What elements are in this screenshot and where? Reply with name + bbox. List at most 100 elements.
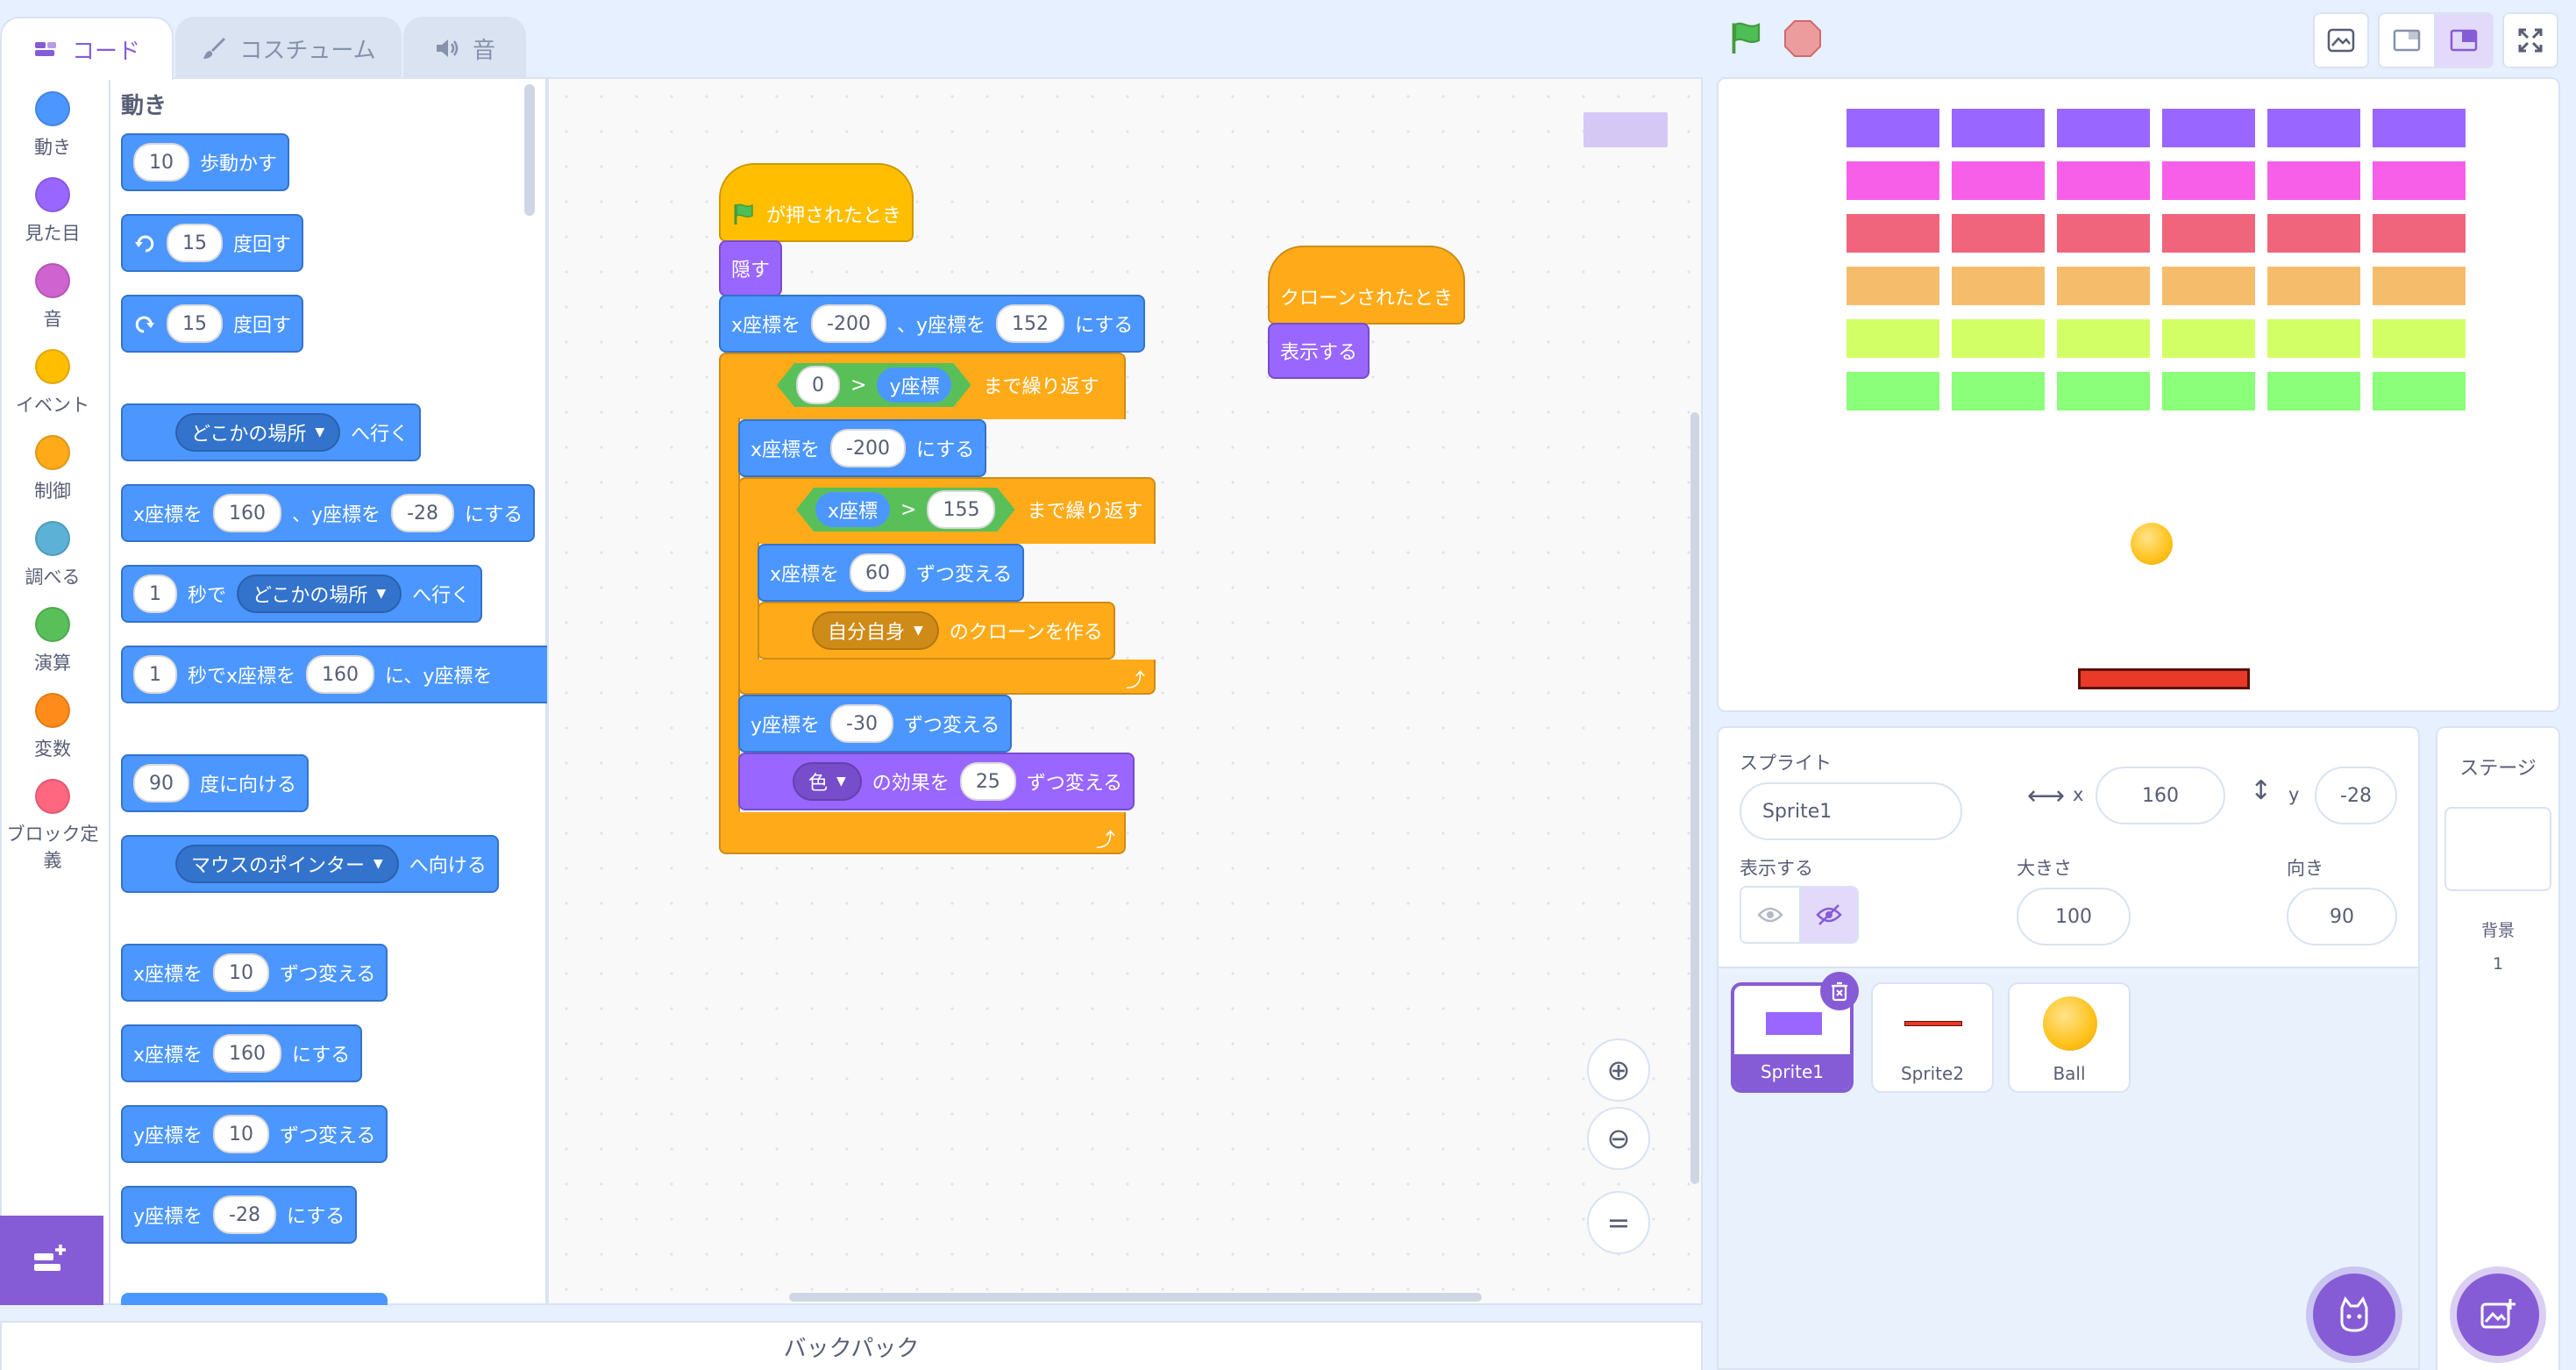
glide-block[interactable]: 1 秒で どこかの場所 ▼ へ行く bbox=[121, 565, 483, 623]
goto-dropdown[interactable]: どこかの場所 ▼ bbox=[175, 413, 341, 452]
y-position-reporter[interactable]: y座標 bbox=[877, 367, 951, 403]
sprite-name-input[interactable]: Sprite1 bbox=[1740, 782, 1962, 840]
goto-y-input[interactable]: 152 bbox=[996, 304, 1064, 343]
when-flag-clicked-hat[interactable]: が押されたとき bbox=[719, 163, 914, 242]
chevron-down-icon: ▼ bbox=[374, 857, 383, 871]
chevron-down-icon: ▼ bbox=[376, 587, 387, 601]
direction-input[interactable]: 90 bbox=[133, 764, 189, 803]
change-x-block[interactable]: x座標を 10 ずつ変える bbox=[121, 944, 388, 1002]
category-6[interactable]: 演算 bbox=[0, 607, 105, 675]
goto-x-input[interactable]: -200 bbox=[811, 304, 886, 343]
category-4[interactable]: 制御 bbox=[0, 435, 105, 503]
turn-right-block[interactable]: 15 度回す bbox=[121, 214, 304, 272]
x-position-reporter[interactable]: x座標 bbox=[815, 492, 890, 527]
greater-than-outer[interactable]: 0 > y座標 bbox=[777, 363, 971, 407]
turn-right-input[interactable]: 15 bbox=[167, 224, 223, 262]
set-x-script-block[interactable]: x座標を -200 にする bbox=[738, 419, 987, 477]
show-block[interactable]: 表示する bbox=[1268, 323, 1370, 379]
category-3[interactable]: イベント bbox=[0, 349, 105, 417]
change-y-input[interactable]: 10 bbox=[213, 1115, 270, 1153]
rotate-right-icon bbox=[133, 232, 156, 254]
x-input[interactable]: 160 bbox=[2096, 767, 2225, 824]
small-stage-button[interactable] bbox=[2380, 14, 2436, 67]
goto-x-input[interactable]: 160 bbox=[213, 494, 282, 532]
glide-xy-x-input[interactable]: 160 bbox=[306, 655, 375, 694]
greater-than-inner[interactable]: x座標 > 155 bbox=[796, 488, 1014, 532]
goto-xy-script-block[interactable]: x座標を -200 、y座標を 152 にする bbox=[719, 295, 1146, 353]
set-y-input[interactable]: -28 bbox=[213, 1195, 276, 1234]
point-direction-block[interactable]: 90 度に向ける bbox=[121, 754, 310, 812]
sprite-thumb-ball[interactable]: Ball bbox=[2008, 982, 2131, 1093]
zoom-out-button[interactable]: ⊖ bbox=[1587, 1107, 1650, 1170]
change-effect-block[interactable]: 色 ▼ の効果を 25 ずつ変える bbox=[738, 753, 1135, 810]
direction-input[interactable]: 90 bbox=[2287, 888, 2397, 945]
zoom-reset-button[interactable]: = bbox=[1587, 1191, 1650, 1254]
set-y-block[interactable]: y座標を -28 にする bbox=[121, 1186, 358, 1244]
change-y-input[interactable]: -30 bbox=[830, 704, 893, 743]
move-steps-input[interactable]: 10 bbox=[133, 143, 189, 182]
effect-amount-input[interactable]: 25 bbox=[959, 762, 1016, 801]
turn-left-block[interactable]: 15 度回す bbox=[121, 295, 304, 353]
stop-button[interactable] bbox=[1783, 19, 1822, 61]
normal-stage-button[interactable] bbox=[2436, 14, 2492, 67]
set-x-block[interactable]: x座標を 160 にする bbox=[121, 1024, 363, 1082]
delete-sprite-button[interactable] bbox=[1820, 972, 1859, 1010]
goto-xy-block[interactable]: x座標を 160 、y座標を -28 にする bbox=[121, 484, 536, 542]
goto-block[interactable]: どこかの場所 ▼ へ行く bbox=[121, 403, 422, 461]
change-y-block[interactable]: y座標を 10 ずつ変える bbox=[121, 1105, 388, 1163]
move-steps-block[interactable]: 10 歩動かす bbox=[121, 133, 290, 191]
stage-thumbnail[interactable] bbox=[2444, 807, 2551, 891]
code-icon bbox=[33, 39, 60, 60]
fullscreen-button[interactable] bbox=[2502, 12, 2558, 68]
tab-sounds[interactable]: 音 bbox=[403, 17, 526, 78]
set-x-input[interactable]: 160 bbox=[213, 1034, 282, 1073]
backpack-bar[interactable]: バックパック bbox=[0, 1321, 1703, 1370]
y-input[interactable]: -28 bbox=[2315, 767, 2397, 824]
hide-block[interactable]: 隠す bbox=[719, 240, 783, 296]
effect-dropdown[interactable]: 色 ▼ bbox=[793, 762, 862, 801]
point-towards-dropdown[interactable]: マウスのポインター ▼ bbox=[175, 845, 399, 883]
create-clone-block[interactable]: 自分自身 ▼ のクローンを作る bbox=[758, 602, 1115, 660]
turn-left-input[interactable]: 15 bbox=[167, 304, 223, 343]
change-y-script-block[interactable]: y座標を -30 ずつ変える bbox=[738, 695, 1013, 753]
set-x-input[interactable]: -200 bbox=[830, 429, 906, 467]
add-sprite-button[interactable] bbox=[2313, 1274, 2395, 1356]
size-input[interactable]: 100 bbox=[2017, 888, 2131, 945]
glide-secs-input[interactable]: 1 bbox=[133, 574, 177, 613]
add-backdrop-button[interactable] bbox=[2457, 1274, 2539, 1356]
clone-target-dropdown[interactable]: 自分自身 ▼ bbox=[812, 611, 939, 650]
add-extension-button[interactable] bbox=[0, 1216, 103, 1305]
change-x-script-block[interactable]: x座標を 60 ずつ変える bbox=[758, 544, 1025, 602]
green-flag-button[interactable] bbox=[1727, 19, 1764, 60]
script-vertical-scrollbar[interactable] bbox=[1690, 412, 1699, 1184]
when-clone-starts-hat[interactable]: クローンされたとき bbox=[1268, 246, 1465, 325]
glide-xy-block[interactable]: 1 秒でx座標を 160 に、y座標を bbox=[121, 646, 547, 703]
tab-code[interactable]: コード bbox=[0, 17, 174, 80]
script-horizontal-scrollbar[interactable] bbox=[789, 1293, 1482, 1302]
compare-right-input[interactable]: 155 bbox=[927, 490, 995, 529]
screenshot-button[interactable] bbox=[2313, 12, 2369, 68]
category-8[interactable]: ブロック定義 bbox=[0, 779, 105, 874]
category-2[interactable]: 音 bbox=[0, 263, 105, 332]
hide-sprite-button[interactable] bbox=[1799, 888, 1857, 942]
block-text: x座標を bbox=[731, 315, 801, 337]
glide-xy-secs-input[interactable]: 1 bbox=[133, 655, 177, 694]
category-dot bbox=[35, 521, 70, 556]
category-dot bbox=[35, 177, 70, 212]
sprite-thumb-sprite2[interactable]: Sprite2 bbox=[1871, 982, 1994, 1093]
category-5[interactable]: 調べる bbox=[0, 521, 105, 589]
change-x-input[interactable]: 10 bbox=[213, 953, 270, 992]
point-towards-block[interactable]: マウスのポインター ▼ へ向ける bbox=[121, 835, 499, 893]
category-1[interactable]: 見た目 bbox=[0, 177, 105, 246]
change-x-input[interactable]: 60 bbox=[850, 553, 907, 592]
glide-dropdown[interactable]: どこかの場所 ▼ bbox=[237, 574, 402, 613]
repeat-until-outer-foot bbox=[719, 812, 1126, 854]
palette-scrollbar[interactable] bbox=[524, 84, 535, 216]
zoom-in-button[interactable]: ⊕ bbox=[1587, 1038, 1650, 1102]
tab-costumes[interactable]: コスチューム bbox=[175, 17, 402, 78]
goto-y-input[interactable]: -28 bbox=[391, 494, 454, 532]
show-sprite-button[interactable] bbox=[1741, 888, 1799, 942]
category-0[interactable]: 動き bbox=[0, 91, 105, 160]
compare-left-input[interactable]: 0 bbox=[796, 366, 840, 404]
category-7[interactable]: 変数 bbox=[0, 693, 105, 761]
